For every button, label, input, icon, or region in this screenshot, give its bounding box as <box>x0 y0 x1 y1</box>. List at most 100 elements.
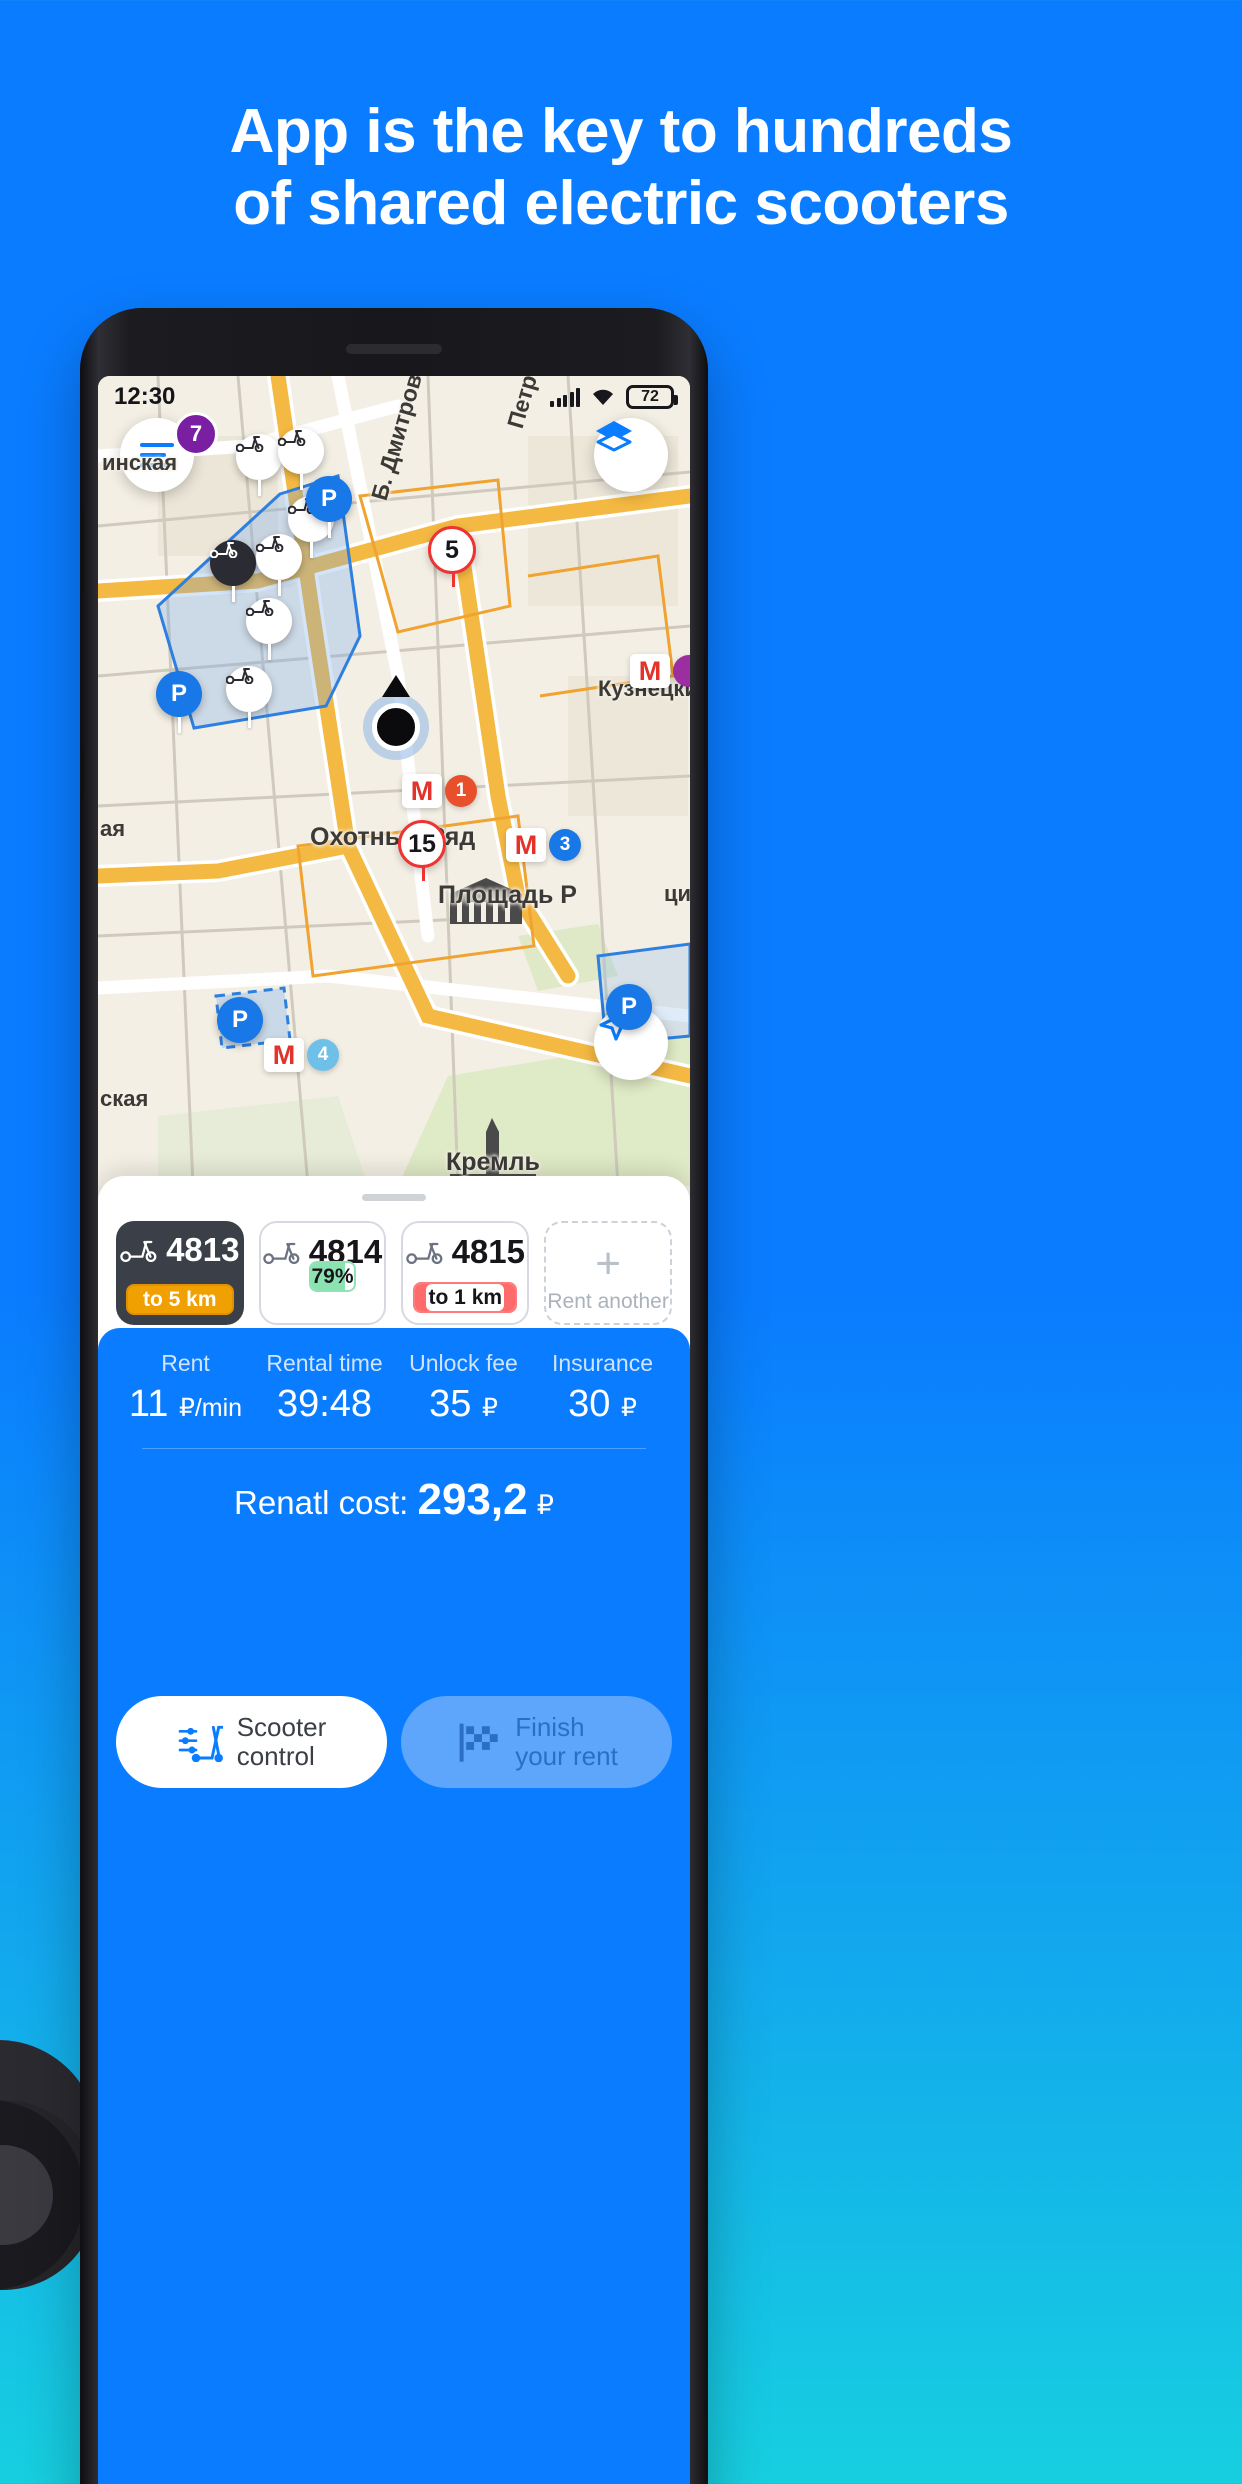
metric-unit: ₽/min <box>178 1394 243 1422</box>
scooter-icon <box>210 540 256 586</box>
scooter-icon <box>263 1242 300 1264</box>
cluster-count: 15 <box>408 829 436 858</box>
rental-info-panel: Rent 11 ₽/min Rental time 39:48 Unlock f… <box>116 1328 672 1672</box>
wifi-icon <box>593 389 613 405</box>
map-label: ая <box>100 816 126 841</box>
phone-mockup: инская Петровка Б. Дмитровка Кузнецки Ох… <box>80 308 708 2484</box>
rental-cost-unit: ₽ <box>536 1490 554 1520</box>
metric-unit: ₽ <box>620 1394 637 1422</box>
scooter-icon <box>278 428 324 474</box>
metric-value: 35 ₽ <box>394 1383 533 1426</box>
status-bar: 12:30 72 <box>98 376 690 418</box>
map-label: ци <box>664 881 690 906</box>
battery-percent: 72 <box>641 388 659 405</box>
earpiece-speaker <box>346 344 442 354</box>
status-bar-icons: 72 <box>550 385 678 409</box>
scooter-icon <box>246 598 292 644</box>
cluster-count: 5 <box>445 535 459 564</box>
panel-divider <box>142 1448 646 1449</box>
label-line-2: control <box>236 1741 315 1771</box>
pin-tail <box>177 717 181 733</box>
metric-unlock-fee: Unlock fee 35 ₽ <box>394 1350 533 1426</box>
headline-line-2: of shared electric scooters <box>233 168 1009 238</box>
metric-number: 30 <box>568 1383 611 1425</box>
rental-metrics-row: Rent 11 ₽/min Rental time 39:48 Unlock f… <box>116 1328 672 1426</box>
map-label: Охотный Ряд <box>310 823 476 851</box>
metro-line-number: 4 <box>307 1039 339 1071</box>
metric-value: 30 ₽ <box>533 1383 672 1426</box>
parking-pin[interactable]: P <box>306 476 352 538</box>
pin-tail <box>277 580 281 596</box>
metric-number: 11 <box>128 1383 169 1425</box>
notification-badge[interactable]: 7 <box>174 412 218 456</box>
phone-screen: инская Петровка Б. Дмитровка Кузнецки Ох… <box>98 376 690 2484</box>
metro-marker[interactable]: M <box>630 654 690 688</box>
card-header: 4813 <box>120 1231 240 1269</box>
card-header: 4815 <box>405 1233 525 1271</box>
parking-pin[interactable]: P <box>606 984 652 1030</box>
pin-tail <box>267 644 271 660</box>
scooter-control-label: Scooter control <box>237 1713 327 1770</box>
scooter-pin[interactable] <box>246 598 292 660</box>
metro-marker[interactable]: M 3 <box>506 828 581 862</box>
scooter-card-list: 4813 to 5 km 4814 79% 4815 to 1 km + Ren… <box>98 1201 690 1325</box>
map-label: Кремль <box>446 1148 540 1176</box>
map-layers-icon <box>596 421 632 452</box>
scooter-pin[interactable] <box>236 434 282 496</box>
pin-tail <box>231 586 235 602</box>
sheet-drag-handle[interactable] <box>362 1194 426 1201</box>
metric-value: 11 ₽/min <box>116 1383 255 1426</box>
pin-tail <box>257 480 261 496</box>
parking-p-icon: P <box>156 671 202 717</box>
label-line-2: your rent <box>515 1741 618 1771</box>
metro-icon: M <box>506 828 546 862</box>
metro-line-number: 1 <box>445 775 477 807</box>
metric-label: Rent <box>161 1350 210 1376</box>
checkered-flag-icon <box>459 1723 498 1762</box>
finish-rent-button[interactable]: Finish your rent <box>401 1696 672 1788</box>
map-label: инская <box>102 450 178 475</box>
scooter-pin[interactable] <box>256 534 302 596</box>
map-view[interactable]: инская Петровка Б. Дмитровка Кузнецки Ох… <box>98 376 690 1186</box>
metric-rent: Rent 11 ₽/min <box>116 1350 255 1426</box>
pin-tail <box>299 474 303 490</box>
metro-marker[interactable]: M 4 <box>264 1038 339 1072</box>
pin-tail <box>452 571 455 587</box>
user-location-arrow-icon <box>382 675 410 697</box>
battery-icon: 72 <box>626 385 678 409</box>
map-layers-button[interactable] <box>594 418 668 492</box>
finish-rent-label: Finish your rent <box>515 1713 618 1770</box>
scooter-card-4814[interactable]: 4814 79% <box>258 1221 387 1325</box>
scooter-pin[interactable] <box>226 666 272 728</box>
metric-rental-time: Rental time 39:48 <box>255 1350 394 1426</box>
scooter-card-4813[interactable]: 4813 to 5 km <box>116 1221 244 1325</box>
scooter-icon <box>226 666 272 712</box>
rent-another-label: Rent another <box>547 1290 669 1313</box>
scooter-battery-badge: 79% <box>309 1261 356 1292</box>
rental-cost-value: 293,2 <box>417 1475 528 1524</box>
scooter-icon <box>236 434 282 480</box>
rent-another-card[interactable]: + Rent another <box>544 1221 673 1325</box>
volume-up-button[interactable] <box>80 508 84 594</box>
metric-unit: ₽ <box>481 1394 498 1422</box>
bottom-sheet: 4813 to 5 km 4814 79% 4815 to 1 km + Ren… <box>98 1176 690 2484</box>
scooter-card-4815[interactable]: 4815 to 1 km <box>401 1221 530 1325</box>
scooter-pin-selected[interactable] <box>210 540 256 602</box>
metric-label: Rental time <box>266 1350 383 1376</box>
parking-pin[interactable]: P <box>217 997 263 1043</box>
volume-down-button[interactable] <box>80 748 84 800</box>
scooter-settings-icon <box>178 1725 223 1762</box>
pin-tail <box>247 712 251 728</box>
scooter-control-button[interactable]: Scooter control <box>116 1696 387 1788</box>
pin-tail <box>327 522 331 538</box>
signal-bars-icon <box>550 387 580 407</box>
label-line-1: Finish <box>515 1712 585 1743</box>
power-button[interactable] <box>704 648 708 768</box>
cluster-marker[interactable]: 5 <box>428 526 476 587</box>
pin-tail <box>422 865 425 881</box>
cluster-marker[interactable]: 15 <box>398 820 446 881</box>
parking-pin[interactable]: P <box>156 671 202 733</box>
rental-cost-label: Renatl cost: <box>234 1484 409 1521</box>
status-bar-time: 12:30 <box>114 383 176 410</box>
metro-marker[interactable]: M 1 <box>402 774 477 808</box>
